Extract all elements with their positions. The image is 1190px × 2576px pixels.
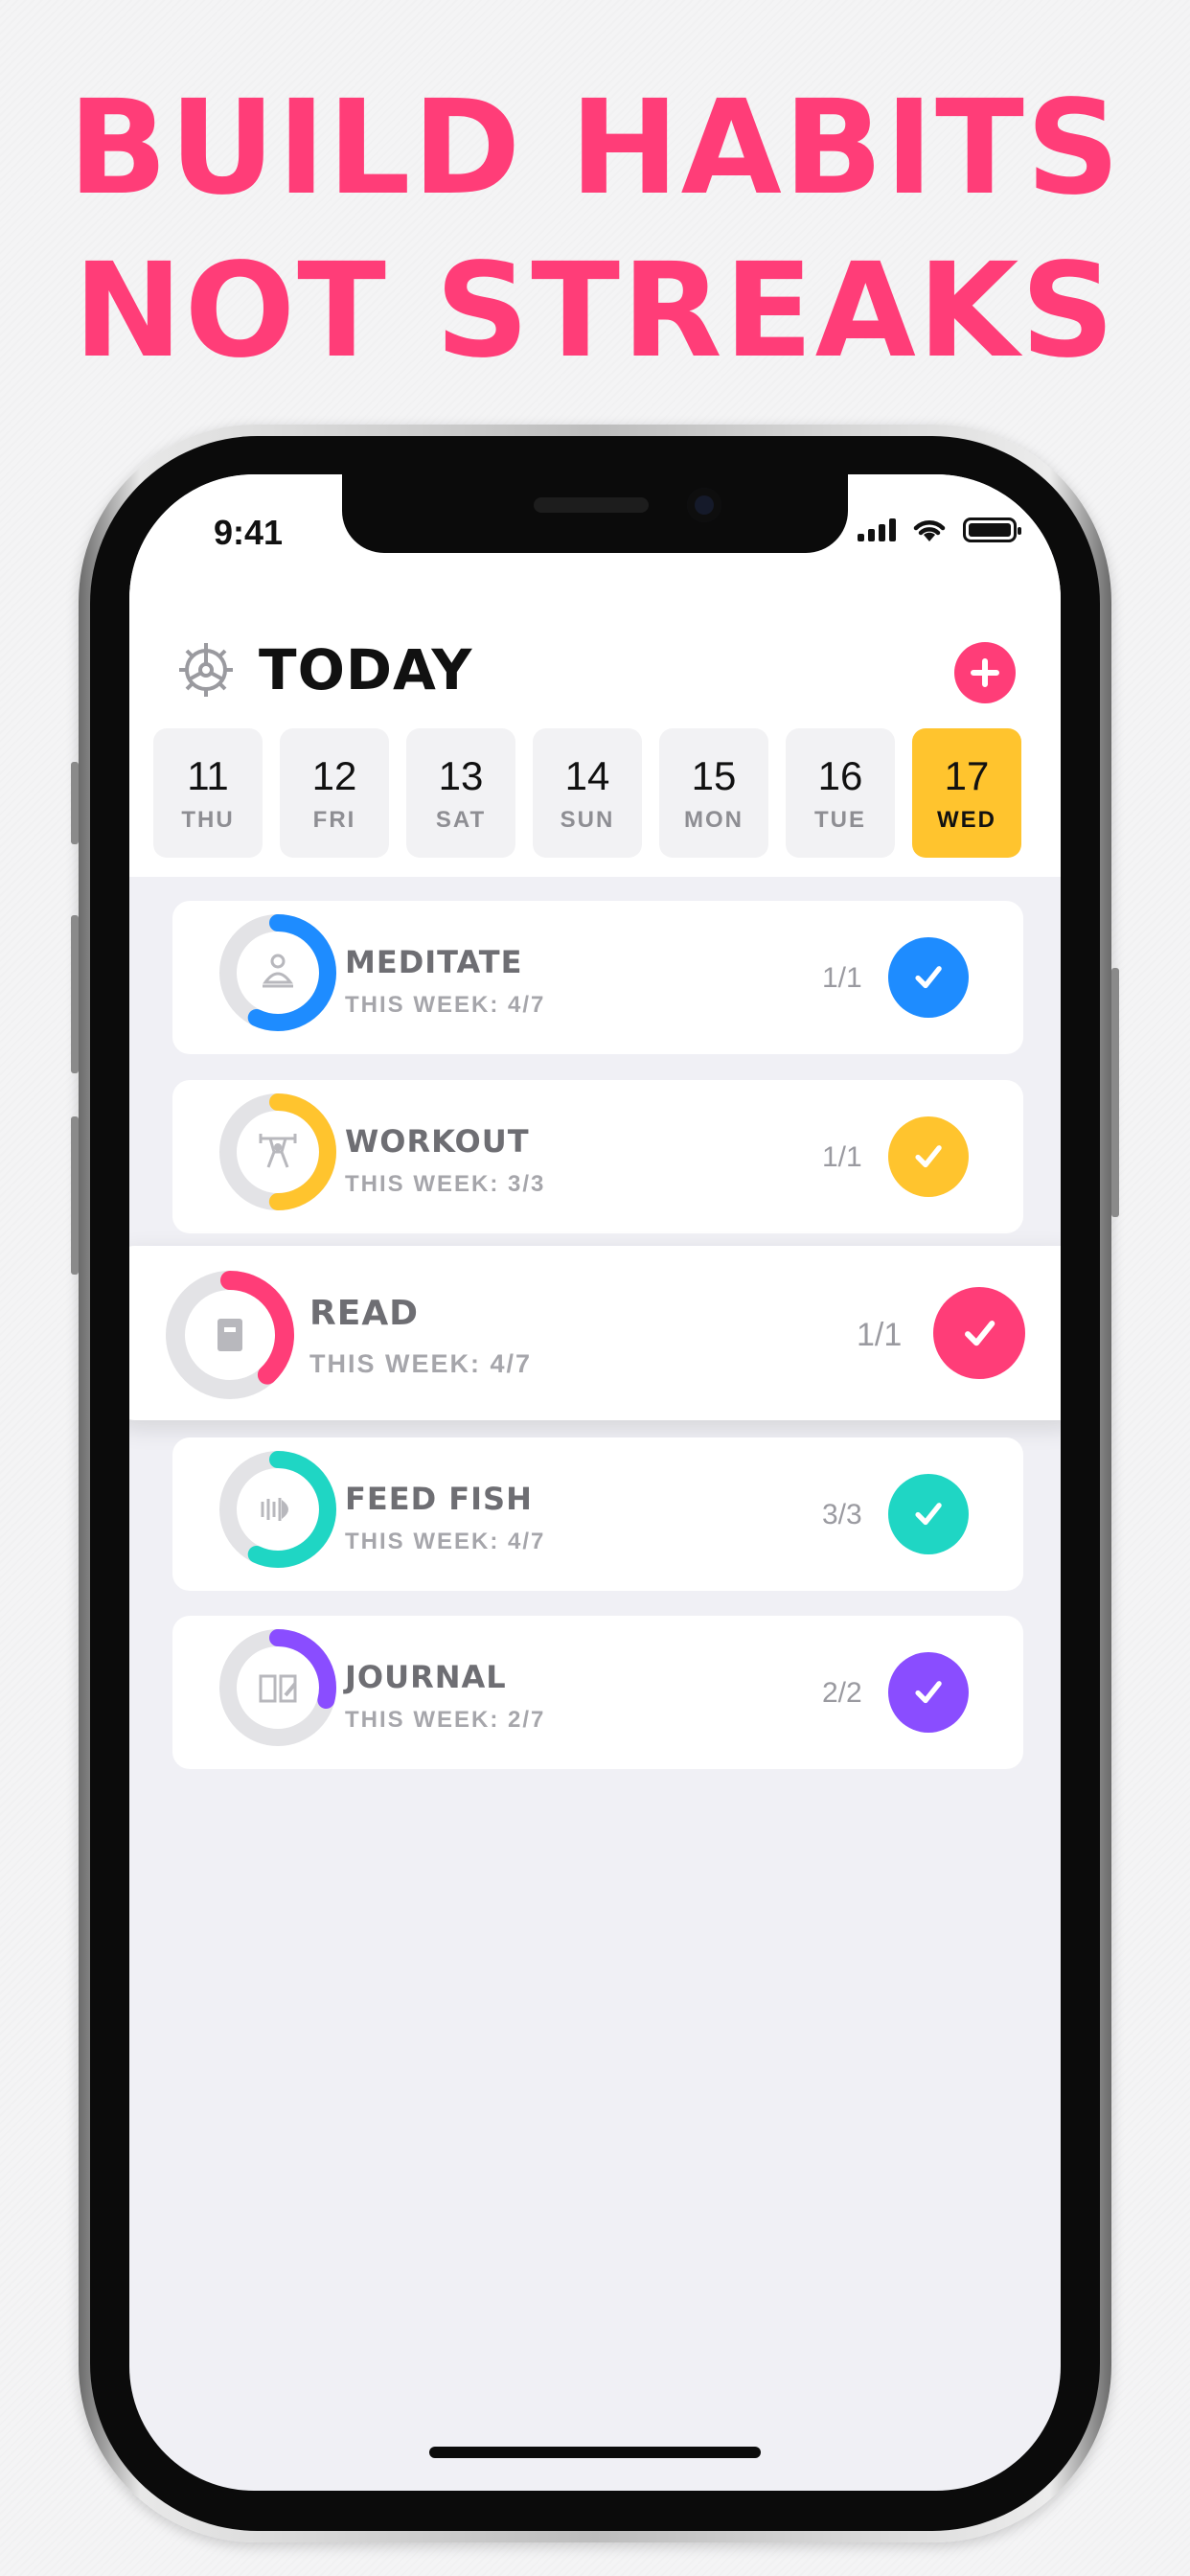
- habit-count: 1/1: [822, 1141, 862, 1173]
- day-selector: 11 THU 12 FRI 13 SAT 14 SUN 15 MON 16 TUE 17 WED: [153, 728, 1021, 858]
- progress-ring: [219, 914, 336, 1031]
- checkmark-icon: [915, 1503, 943, 1526]
- habit-count: 3/3: [822, 1499, 862, 1530]
- complete-button[interactable]: [888, 937, 969, 1018]
- day-mon[interactable]: 15 MON: [659, 728, 768, 858]
- plus-icon: [971, 658, 999, 687]
- status-icons: [858, 517, 1021, 543]
- battery-icon: [963, 518, 1021, 542]
- camera: [687, 488, 721, 522]
- day-number: 17: [944, 752, 990, 798]
- phone-side-button: [71, 762, 79, 844]
- habit-week-progress: THIS WEEK: 3/3: [345, 1171, 546, 1197]
- day-number: 15: [691, 752, 737, 798]
- add-habit-button[interactable]: [954, 642, 1016, 703]
- day-of-week: SAT: [435, 806, 487, 833]
- habit-week-progress: THIS WEEK: 4/7: [309, 1349, 533, 1378]
- day-of-week: FRI: [312, 806, 356, 833]
- complete-button[interactable]: [888, 1116, 969, 1197]
- wifi-icon: [913, 520, 946, 541]
- habit-card-read[interactable]: READ THIS WEEK: 4/7 1/1: [129, 1246, 1061, 1420]
- headline-line-2: NOT STREAKS: [73, 236, 1117, 387]
- day-number: 16: [817, 752, 863, 798]
- habit-week-progress: THIS WEEK: 4/7: [345, 992, 546, 1018]
- book-icon: [217, 1319, 242, 1351]
- headline: BUILD HABITS NOT STREAKS: [0, 67, 1190, 393]
- day-of-week: SUN: [560, 806, 615, 833]
- habit-card-workout[interactable]: WORKOUT THIS WEEK: 3/3 1/1: [172, 1080, 1023, 1233]
- signal-icon: [858, 518, 896, 541]
- progress-ring: [219, 1629, 336, 1746]
- speaker: [534, 497, 649, 513]
- habit-name: MEDITATE: [345, 944, 523, 980]
- habit-name: READ: [309, 1294, 420, 1333]
- day-of-week: MON: [684, 806, 744, 833]
- habit-card-journal[interactable]: JOURNAL THIS WEEK: 2/7 2/2: [172, 1616, 1023, 1769]
- day-number: 11: [187, 752, 229, 798]
- home-indicator: [429, 2447, 761, 2458]
- habit-card-feed-fish[interactable]: FEED FISH THIS WEEK: 4/7 3/3: [172, 1438, 1023, 1591]
- day-number: 12: [311, 752, 357, 798]
- day-thu[interactable]: 11 THU: [153, 728, 263, 858]
- day-wed[interactable]: 17 WED: [912, 728, 1021, 858]
- progress-ring: [219, 1451, 336, 1568]
- day-number: 14: [564, 752, 610, 798]
- phone-side-button: [1111, 968, 1119, 1217]
- complete-button[interactable]: [888, 1652, 969, 1733]
- complete-button[interactable]: [933, 1287, 1025, 1379]
- day-fri[interactable]: 12 FRI: [280, 728, 389, 858]
- notch: [342, 474, 848, 553]
- checkmark-icon: [915, 1145, 943, 1168]
- phone-side-button: [71, 915, 79, 1073]
- checkmark-icon: [964, 1320, 995, 1346]
- day-of-week: WED: [937, 806, 996, 833]
- day-sun[interactable]: 14 SUN: [533, 728, 642, 858]
- habit-name: FEED FISH: [345, 1481, 533, 1517]
- habit-count: 2/2: [822, 1677, 862, 1709]
- phone-side-button: [71, 1116, 79, 1275]
- habit-week-progress: THIS WEEK: 4/7: [345, 1529, 546, 1554]
- habit-week-progress: THIS WEEK: 2/7: [345, 1707, 546, 1733]
- day-number: 13: [438, 752, 484, 798]
- progress-ring: [219, 1093, 336, 1210]
- title-row: TODAY: [174, 637, 472, 702]
- day-sat[interactable]: 13 SAT: [406, 728, 515, 858]
- headline-line-1: BUILD HABITS: [68, 73, 1122, 224]
- habit-name: JOURNAL: [345, 1659, 507, 1695]
- day-of-week: TUE: [814, 806, 866, 833]
- habit-card-meditate[interactable]: MEDITATE THIS WEEK: 4/7 1/1: [172, 901, 1023, 1054]
- progress-ring: [166, 1271, 294, 1399]
- page-title: TODAY: [259, 637, 473, 702]
- status-time: 9:41: [214, 513, 284, 552]
- habit-count: 1/1: [822, 962, 862, 994]
- day-of-week: THU: [181, 806, 235, 833]
- day-tue[interactable]: 16 TUE: [786, 728, 895, 858]
- checkmark-icon: [915, 1681, 943, 1704]
- habit-count: 1/1: [857, 1317, 903, 1353]
- complete-button[interactable]: [888, 1474, 969, 1554]
- checkmark-icon: [915, 966, 943, 989]
- gear-icon[interactable]: [174, 638, 238, 702]
- habit-name: WORKOUT: [345, 1123, 530, 1160]
- app-screen: 9:41 TODAY 11 THU 12 FRI 13 SAT 14 SUN 15 MON 16 TU…: [129, 474, 1061, 2491]
